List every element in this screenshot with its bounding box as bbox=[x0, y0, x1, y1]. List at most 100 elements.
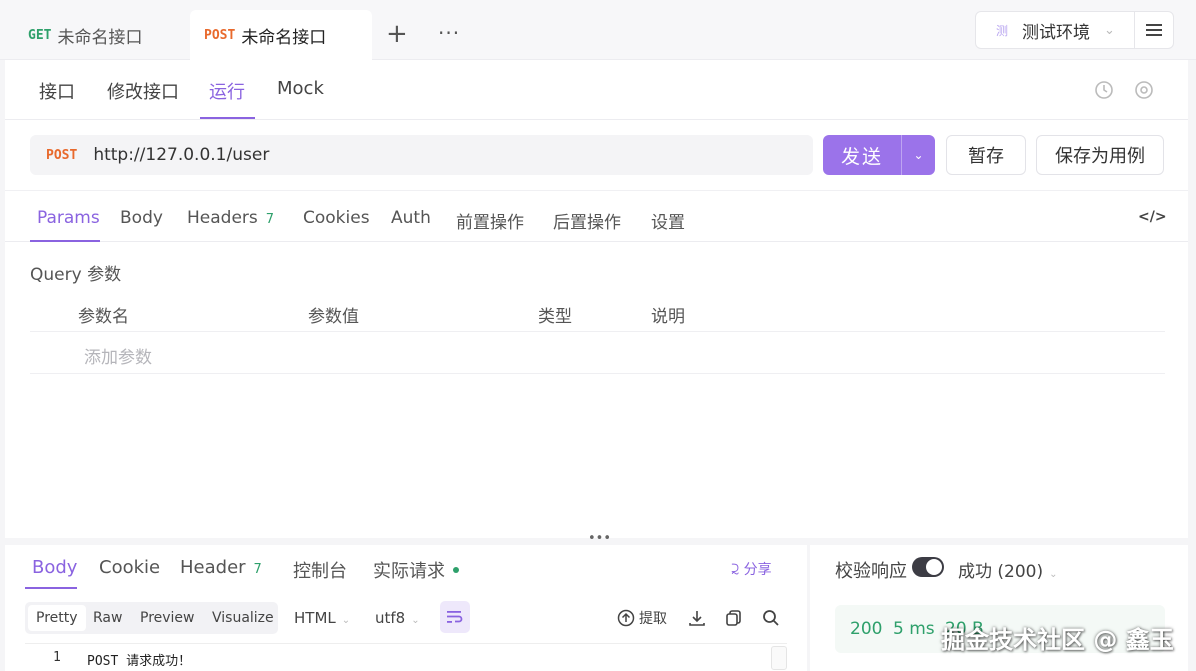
download-icon[interactable] bbox=[687, 608, 707, 628]
extract-icon bbox=[617, 609, 635, 627]
tab-params[interactable]: Params bbox=[37, 208, 100, 228]
tab-headers-label: Headers bbox=[187, 208, 258, 228]
toggle-knob bbox=[926, 559, 942, 575]
validation-status-select[interactable]: 成功 (200) ⌄ bbox=[958, 557, 1058, 582]
active-param-tab-indicator bbox=[30, 240, 100, 242]
url-input[interactable]: http://127.0.0.1/user bbox=[93, 145, 269, 165]
line-number: 1 bbox=[53, 650, 61, 665]
status-code: 200 bbox=[850, 619, 883, 639]
chevron-down-icon: ⌄ bbox=[341, 615, 351, 626]
share-label: 分享 bbox=[743, 562, 772, 578]
tab-label: 未命名接口 bbox=[241, 27, 327, 48]
query-params-title: Query 参数 bbox=[30, 265, 122, 285]
copy-icon[interactable] bbox=[724, 608, 744, 628]
sub-navigation: 接口 修改接口 运行 Mock bbox=[5, 60, 1188, 120]
tab-pre-ops[interactable]: 前置操作 bbox=[456, 208, 524, 233]
share-icon: ⫈ bbox=[731, 562, 740, 578]
code-line: POST 请求成功！ bbox=[87, 654, 192, 669]
tab-headers[interactable]: Headers 7 bbox=[187, 208, 274, 228]
menu-button[interactable] bbox=[1134, 11, 1174, 49]
response-tab-header-label: Header bbox=[180, 557, 246, 578]
send-button[interactable]: 发送 ⌄ bbox=[823, 135, 935, 175]
send-label: 发送 bbox=[840, 145, 883, 168]
extract-label: 提取 bbox=[639, 611, 667, 627]
validate-response-label: 校验响应 bbox=[835, 561, 907, 582]
response-code-viewer[interactable]: 1 POST 请求成功！ bbox=[25, 643, 787, 671]
settings-gear-icon[interactable] bbox=[1134, 80, 1154, 100]
encoding-value: utf8 bbox=[375, 609, 406, 627]
response-tab-header[interactable]: Header 7 bbox=[180, 557, 262, 578]
method-badge-get: GET bbox=[28, 27, 52, 43]
column-param-name: 参数名 bbox=[78, 307, 129, 327]
format-raw[interactable]: Raw bbox=[93, 607, 122, 629]
send-options-chevron-icon[interactable]: ⌄ bbox=[902, 148, 935, 162]
encoding-select[interactable]: utf8 ⌄ bbox=[375, 609, 420, 627]
history-icon[interactable] bbox=[1094, 80, 1114, 100]
active-response-tab-indicator bbox=[25, 587, 77, 589]
response-tab-actual-label: 实际请求 bbox=[373, 561, 445, 582]
validate-response-toggle[interactable] bbox=[912, 557, 944, 577]
extract-button[interactable]: 提取 bbox=[617, 608, 667, 628]
format-segmented-control: Pretty Raw Preview Visualize bbox=[25, 602, 278, 634]
resize-handle[interactable]: ••• bbox=[588, 532, 611, 545]
add-tab-icon[interactable]: + bbox=[386, 20, 408, 48]
more-tabs-icon[interactable]: ··· bbox=[438, 22, 460, 44]
active-tab-indicator bbox=[200, 117, 255, 119]
add-param-placeholder[interactable]: 添加参数 bbox=[84, 343, 152, 368]
tab-cookies[interactable]: Cookies bbox=[303, 208, 370, 228]
query-add-row[interactable]: 添加参数 bbox=[30, 333, 1165, 374]
param-tabs: Params Body Headers 7 Cookies Auth 前置操作 后… bbox=[5, 190, 1188, 242]
tab-auth[interactable]: Auth bbox=[391, 208, 431, 228]
format-pretty[interactable]: Pretty bbox=[28, 605, 86, 631]
top-tab-bar: GET 未命名接口 POST 未命名接口 + ··· 测 测试环境 ⌄ bbox=[0, 0, 1196, 60]
response-tab-body[interactable]: Body bbox=[32, 557, 77, 578]
chevron-down-icon: ⌄ bbox=[1049, 569, 1058, 580]
tab-label: 未命名接口 bbox=[57, 27, 143, 48]
chevron-down-icon: ⌄ bbox=[411, 615, 420, 626]
query-table-header: 参数名 参数值 类型 说明 bbox=[30, 292, 1165, 332]
hamburger-menu-icon bbox=[1146, 24, 1162, 36]
chevron-down-icon: ⌄ bbox=[1104, 22, 1115, 38]
request-panel: 接口 修改接口 运行 Mock POST http://127.0.0.1/us… bbox=[5, 60, 1188, 538]
headers-count-badge: 7 bbox=[265, 212, 275, 227]
subnav-mock[interactable]: Mock bbox=[277, 78, 324, 99]
tab-post-ops[interactable]: 后置操作 bbox=[553, 208, 621, 233]
column-description: 说明 bbox=[651, 307, 685, 327]
response-tab-actual-request[interactable]: 实际请求 bbox=[373, 557, 459, 583]
column-param-value: 参数值 bbox=[308, 307, 359, 327]
code-snippet-icon[interactable]: </> bbox=[1138, 209, 1167, 225]
subnav-run[interactable]: 运行 bbox=[209, 78, 245, 104]
save-as-case-button[interactable]: 保存为用例 bbox=[1036, 135, 1164, 175]
environment-icon: 测 bbox=[996, 23, 1009, 38]
validation-status-value: 成功 (200) bbox=[958, 562, 1044, 582]
request-method[interactable]: POST bbox=[46, 148, 77, 163]
environment-select[interactable]: 测 测试环境 ⌄ bbox=[975, 11, 1135, 49]
format-preview[interactable]: Preview bbox=[140, 607, 195, 629]
status-dot bbox=[453, 567, 459, 573]
subnav-edit-api[interactable]: 修改接口 bbox=[107, 78, 179, 104]
share-button[interactable]: ⫈ 分享 bbox=[731, 559, 772, 579]
tab-post-unnamed[interactable]: POST 未命名接口 bbox=[190, 10, 372, 60]
response-tab-cookie[interactable]: Cookie bbox=[99, 557, 160, 578]
environment-label: 测试环境 bbox=[1022, 22, 1090, 43]
content-type-value: HTML bbox=[294, 609, 336, 627]
search-icon[interactable] bbox=[761, 608, 781, 628]
save-draft-button[interactable]: 暂存 bbox=[946, 135, 1026, 175]
wrap-lines-icon bbox=[447, 611, 463, 623]
content-type-select[interactable]: HTML ⌄ bbox=[294, 609, 350, 627]
response-header-count: 7 bbox=[253, 562, 262, 577]
tab-body[interactable]: Body bbox=[120, 208, 163, 228]
response-time: 5 ms bbox=[893, 619, 935, 639]
word-wrap-button[interactable] bbox=[440, 601, 470, 633]
column-type: 类型 bbox=[538, 307, 572, 327]
response-tab-console[interactable]: 控制台 bbox=[293, 557, 347, 583]
tab-get-unnamed[interactable]: GET 未命名接口 bbox=[4, 10, 190, 60]
response-panel: Body Cookie Header 7 控制台 实际请求 ⫈ 分享 Pretty… bbox=[5, 545, 807, 671]
method-badge-post: POST bbox=[204, 27, 236, 43]
format-visualize[interactable]: Visualize bbox=[212, 607, 274, 629]
tab-settings[interactable]: 设置 bbox=[651, 208, 685, 233]
subnav-api[interactable]: 接口 bbox=[39, 78, 75, 104]
url-bar[interactable]: POST http://127.0.0.1/user bbox=[30, 135, 813, 175]
code-scrollbar[interactable] bbox=[771, 646, 787, 670]
watermark: 掘金技术社区 @ 鑫玉 bbox=[941, 626, 1174, 654]
